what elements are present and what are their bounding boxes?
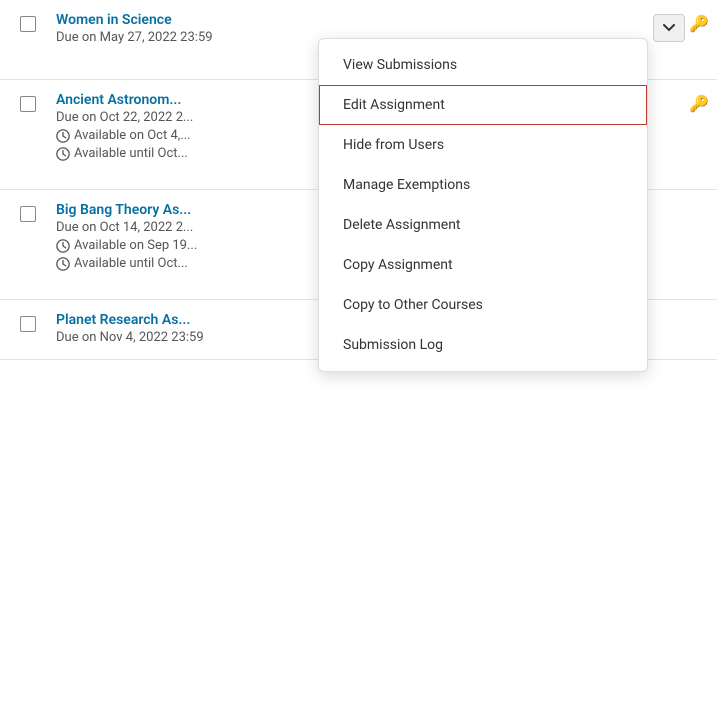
dropdown-button[interactable] xyxy=(653,14,685,42)
clock-icon xyxy=(56,147,70,161)
row-checkbox[interactable] xyxy=(20,206,36,222)
row-checkbox-col xyxy=(8,312,48,332)
row-actions: 🔑 xyxy=(689,92,709,113)
row-checkbox-col xyxy=(8,92,48,112)
assignment-title[interactable]: Women in Science xyxy=(56,12,653,28)
row-checkbox[interactable] xyxy=(20,96,36,112)
menu-item-view-submissions[interactable]: View Submissions xyxy=(319,45,647,85)
menu-item-edit-assignment[interactable]: Edit Assignment xyxy=(319,85,647,125)
menu-item-submission-log[interactable]: Submission Log xyxy=(319,325,647,365)
menu-item-delete-assignment[interactable]: Delete Assignment xyxy=(319,205,647,245)
key-icon: 🔑 xyxy=(689,14,709,33)
row-checkbox[interactable] xyxy=(20,16,36,32)
clock-icon xyxy=(56,257,70,271)
clock-icon xyxy=(56,239,70,253)
dropdown-menu: View Submissions Edit Assignment Hide fr… xyxy=(318,38,648,372)
key-icon: 🔑 xyxy=(689,94,709,113)
menu-item-manage-exemptions[interactable]: Manage Exemptions xyxy=(319,165,647,205)
assignments-table: Women in Science Due on May 27, 2022 23:… xyxy=(0,0,717,726)
menu-item-copy-assignment[interactable]: Copy Assignment xyxy=(319,245,647,285)
row-actions: 🔑 xyxy=(653,12,709,42)
menu-item-copy-to-other-courses[interactable]: Copy to Other Courses xyxy=(319,285,647,325)
clock-icon xyxy=(56,129,70,143)
row-checkbox[interactable] xyxy=(20,316,36,332)
menu-item-hide-from-users[interactable]: Hide from Users xyxy=(319,125,647,165)
chevron-down-icon xyxy=(663,24,675,32)
row-checkbox-col xyxy=(8,12,48,32)
row-checkbox-col xyxy=(8,202,48,222)
